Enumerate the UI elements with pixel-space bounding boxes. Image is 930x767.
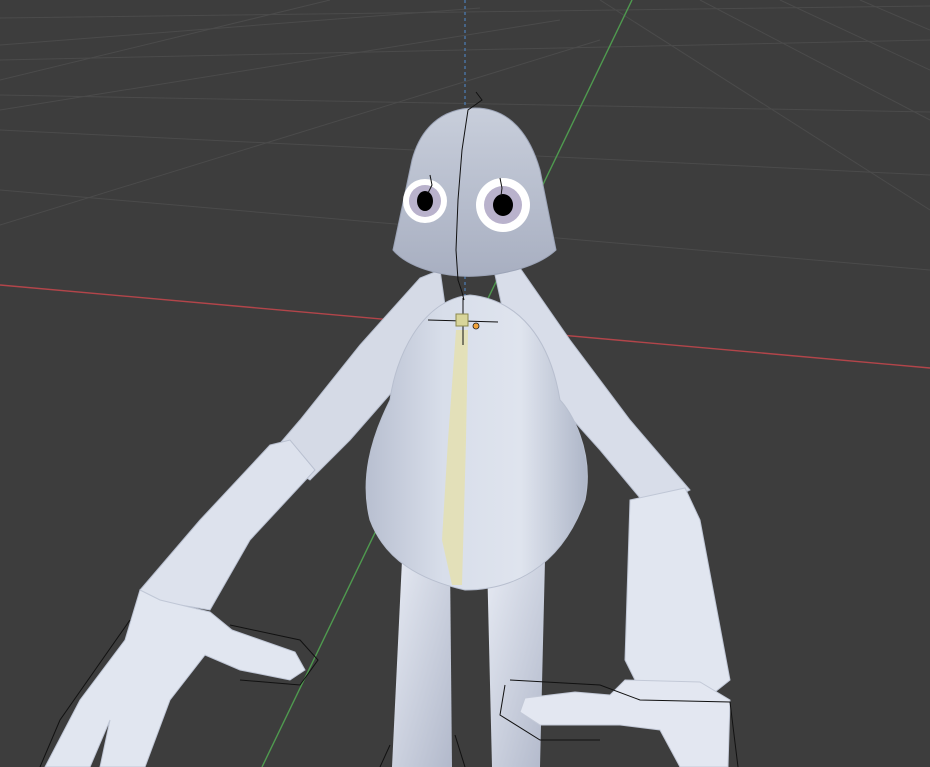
object-origin[interactable] bbox=[472, 322, 480, 330]
right-leg[interactable] bbox=[487, 560, 545, 767]
viewport-canvas[interactable] bbox=[0, 0, 930, 767]
right-eye[interactable] bbox=[476, 178, 530, 232]
3d-viewport[interactable] bbox=[0, 0, 930, 767]
left-eye[interactable] bbox=[403, 179, 447, 223]
left-leg[interactable] bbox=[392, 560, 452, 767]
